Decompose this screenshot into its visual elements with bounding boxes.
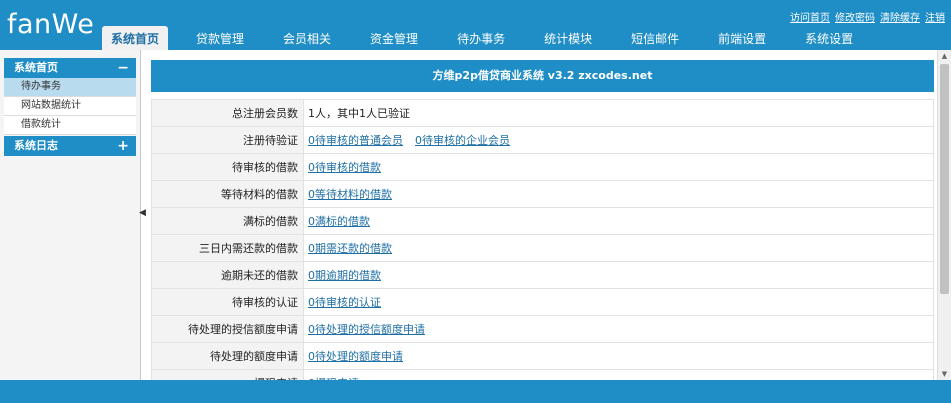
nav-tab[interactable]: 会员相关 xyxy=(273,26,341,50)
row-label: 待处理的授信额度申请 xyxy=(151,315,304,343)
nav-tab[interactable]: 资金管理 xyxy=(360,26,428,50)
top-link[interactable]: 修改密码 xyxy=(835,13,875,24)
arrow-down-icon[interactable]: ▼ xyxy=(938,368,951,380)
row-value: 0满标的借款 xyxy=(303,207,934,235)
top-link[interactable]: 访问首页 xyxy=(790,13,830,24)
row-value: 1人，其中1人已验证 xyxy=(303,99,934,127)
sidebar: 系统首页 − 待办事务 网站数据统计 借款统计系统日志 + xyxy=(0,50,141,380)
table-row: 注册待验证 0待审核的普通会员 0待审核的企业会员 xyxy=(151,126,934,154)
footer-bar xyxy=(0,380,951,403)
row-label: 待审核的认证 xyxy=(151,288,304,316)
sidebar-section-title: 系统首页 xyxy=(14,61,58,74)
row-label: 等待材料的借款 xyxy=(151,180,304,208)
nav-tab[interactable]: 前端设置 xyxy=(708,26,776,50)
row-label: 满标的借款 xyxy=(151,207,304,235)
stats-table-wrap: 总注册会员数 1人，其中1人已验证 注册待验证 0待审核的普通会员 0待审核的企业会员待… xyxy=(151,99,934,380)
sidebar-item[interactable]: 待办事务 xyxy=(4,78,136,97)
row-link[interactable]: 0待审核的企业会员 xyxy=(415,134,510,147)
nav-tab[interactable]: 短信邮件 xyxy=(621,26,689,50)
row-link[interactable]: 0待审核的认证 xyxy=(308,296,381,309)
row-value: 0待审核的普通会员 0待审核的企业会员 xyxy=(303,126,934,154)
row-value: 0待处理的授信额度申请 xyxy=(303,315,934,343)
row-value: 0期逾期的借款 xyxy=(303,261,934,289)
row-value-text: 1人，其中1人已验证 xyxy=(308,107,410,120)
collapse-icon[interactable]: − xyxy=(117,58,129,78)
row-link[interactable]: 0待处理的额度申请 xyxy=(308,350,403,363)
nav-tab[interactable]: 系统首页 xyxy=(102,26,169,50)
system-banner: 方维p2p借贷商业系统 v3.2 zxcodes.net xyxy=(151,60,934,92)
row-label: 待审核的借款 xyxy=(151,153,304,181)
table-row: 总注册会员数 1人，其中1人已验证 xyxy=(151,99,934,127)
table-row: 满标的借款 0满标的借款 xyxy=(151,207,934,235)
row-link[interactable]: 0待审核的普通会员 xyxy=(308,134,403,147)
sidebar-item[interactable]: 网站数据统计 xyxy=(4,97,136,116)
expand-icon[interactable]: + xyxy=(117,136,129,156)
row-link[interactable]: 0待处理的授信额度申请 xyxy=(308,323,425,336)
sidebar-section-title: 系统日志 xyxy=(14,139,58,152)
arrow-up-icon[interactable]: ▲ xyxy=(938,50,951,62)
row-label: 逾期未还的借款 xyxy=(151,261,304,289)
caret-left-icon[interactable]: ◀ xyxy=(139,206,146,220)
stats-table: 总注册会员数 1人，其中1人已验证 注册待验证 0待审核的普通会员 0待审核的企业会员待… xyxy=(151,99,934,380)
row-value: 0待审核的认证 xyxy=(303,288,934,316)
row-link[interactable]: 0期需还款的借款 xyxy=(308,242,392,255)
top-links: 访问首页 修改密码 清除缓存 注销 xyxy=(785,9,945,24)
top-link[interactable]: 清除缓存 xyxy=(880,13,920,24)
row-value: 0提现申请 xyxy=(303,369,934,380)
row-link[interactable]: 0待审核的借款 xyxy=(308,161,381,174)
main-nav: 系统首页 贷款管理 会员相关 资金管理 待办事务 统计模块 短信邮件 前端设置 系统设置 xyxy=(102,26,882,50)
row-value: 0待处理的额度申请 xyxy=(303,342,934,370)
nav-tab[interactable]: 待办事务 xyxy=(447,26,515,50)
row-label: 三日内需还款的借款 xyxy=(151,234,304,262)
row-label: 总注册会员数 xyxy=(151,99,304,127)
row-link[interactable]: 0满标的借款 xyxy=(308,215,370,228)
row-label: 提现申请 xyxy=(151,369,304,380)
row-value: 0期需还款的借款 xyxy=(303,234,934,262)
table-row: 提现申请0提现申请 xyxy=(151,369,934,380)
nav-tab[interactable]: 统计模块 xyxy=(534,26,602,50)
scroll-thumb[interactable] xyxy=(940,64,949,294)
sidebar-item-list: 待办事务 网站数据统计 借款统计 xyxy=(4,78,136,135)
main-content: 方维p2p借贷商业系统 v3.2 zxcodes.net 总注册会员数 1人，其中… xyxy=(146,50,951,380)
top-header: fanWe 访问首页 修改密码 清除缓存 注销 系统首页 贷款管理 会员相关 资金管理 待办事… xyxy=(0,0,951,50)
table-row: 待处理的额度申请 0待处理的额度申请 xyxy=(151,342,934,370)
top-link[interactable]: 注销 xyxy=(925,13,945,24)
table-row: 逾期未还的借款 0期逾期的借款 xyxy=(151,261,934,289)
table-row: 三日内需还款的借款 0期需还款的借款 xyxy=(151,234,934,262)
nav-tab[interactable]: 贷款管理 xyxy=(186,26,254,50)
logo: fanWe xyxy=(7,9,95,40)
table-row: 待审核的认证 0待审核的认证 xyxy=(151,288,934,316)
row-label: 注册待验证 xyxy=(151,126,304,154)
row-link[interactable]: 0期逾期的借款 xyxy=(308,269,381,282)
table-row: 等待材料的借款 0等待材料的借款 xyxy=(151,180,934,208)
row-value: 0等待材料的借款 xyxy=(303,180,934,208)
vertical-scrollbar[interactable]: ▲ ▼ xyxy=(937,50,951,380)
table-row: 待处理的授信额度申请 0待处理的授信额度申请 xyxy=(151,315,934,343)
row-label: 待处理的额度申请 xyxy=(151,342,304,370)
row-value: 0待审核的借款 xyxy=(303,153,934,181)
sidebar-item[interactable]: 借款统计 xyxy=(4,116,136,135)
sidebar-section-header[interactable]: 系统首页 − xyxy=(4,58,136,78)
sidebar-section-header[interactable]: 系统日志 + xyxy=(4,136,136,156)
row-link[interactable]: 0等待材料的借款 xyxy=(308,188,392,201)
nav-tab[interactable]: 系统设置 xyxy=(795,26,863,50)
table-row: 待审核的借款 0待审核的借款 xyxy=(151,153,934,181)
